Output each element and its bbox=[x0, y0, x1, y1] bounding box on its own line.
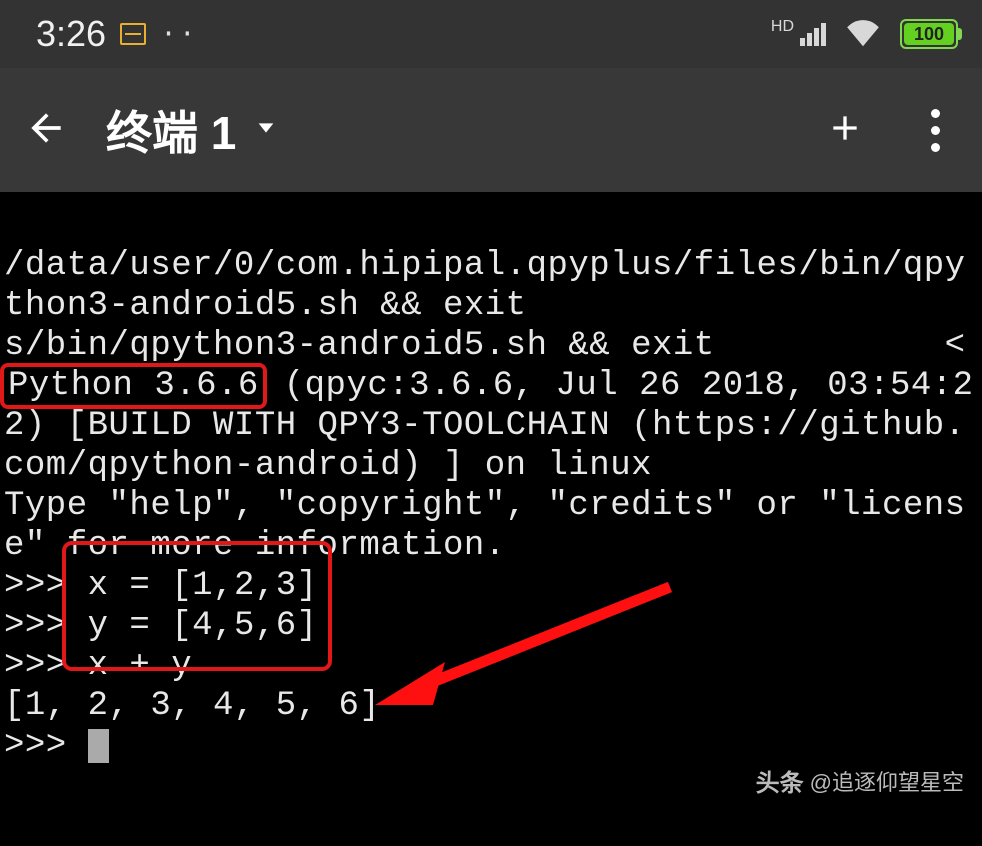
app-bar: 终端 1 bbox=[0, 68, 982, 192]
terminal-line: com/qpython-android) ] on linux bbox=[4, 447, 652, 485]
sim-card-icon bbox=[120, 23, 146, 45]
terminal-line: /data/user/0/com.hipipal.qpyplus/files/b… bbox=[4, 247, 966, 285]
wifi-icon bbox=[844, 17, 882, 51]
status-left: 3:26 ·· bbox=[36, 13, 198, 55]
app-title: 终端 1 bbox=[106, 97, 236, 163]
terminal-line: 2) [BUILD WITH QPY3-TOOLCHAIN (https://g… bbox=[4, 407, 966, 445]
status-bar: 3:26 ·· HD 100 bbox=[0, 0, 982, 68]
terminal-line: (qpyc:3.6.6, Jul 26 2018, 03:54:2 bbox=[263, 367, 974, 405]
highlight-python-version: Python 3.6.6 bbox=[0, 363, 267, 409]
highlight-code-box bbox=[62, 541, 332, 671]
chevron-down-icon bbox=[254, 117, 278, 143]
status-dots: ·· bbox=[160, 19, 198, 50]
terminal-line: s/bin/qpython3-android5.sh && exit bbox=[4, 327, 715, 365]
hd-signal-icon: HD bbox=[771, 18, 794, 36]
terminal-output[interactable]: /data/user/0/com.hipipal.qpyplus/files/b… bbox=[0, 192, 982, 846]
terminal-line: Type "help", "copyright", "credits" or "… bbox=[4, 487, 966, 525]
watermark: 头条 @追逐仰望星空 bbox=[756, 763, 964, 798]
battery-icon: 100 bbox=[900, 19, 958, 49]
status-time: 3:26 bbox=[36, 13, 106, 55]
annotation-arrow-icon bbox=[375, 577, 685, 707]
terminal-result: [1, 2, 3, 4, 5, 6] bbox=[4, 687, 380, 725]
cursor-icon bbox=[88, 729, 109, 763]
watermark-user: @追逐仰望星空 bbox=[810, 765, 964, 797]
terminal-line: thon3-android5.sh && exit bbox=[4, 287, 527, 325]
battery-level: 100 bbox=[914, 24, 944, 45]
terminal-prompt: >>> bbox=[4, 727, 88, 765]
add-button[interactable] bbox=[825, 108, 865, 152]
terminal-line: < bbox=[945, 327, 966, 365]
terminal-title-dropdown[interactable]: 终端 1 bbox=[106, 97, 787, 163]
cellular-signal-icon bbox=[800, 23, 826, 46]
watermark-prefix: 头条 bbox=[756, 763, 804, 798]
more-menu-icon[interactable] bbox=[903, 109, 958, 152]
status-right: HD 100 bbox=[771, 17, 958, 51]
back-icon[interactable] bbox=[24, 106, 68, 154]
